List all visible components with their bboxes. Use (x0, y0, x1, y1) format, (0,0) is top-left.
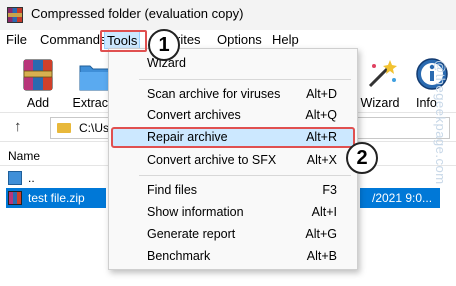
report-label: Generate report (147, 227, 236, 241)
sfx-label: Convert archive to SFX (147, 153, 277, 167)
report-shortcut: Alt+G (305, 227, 337, 241)
add-archive-icon (23, 59, 53, 91)
watermark-text: @thegeekpage.com (433, 60, 448, 185)
parent-folder-icon (8, 171, 22, 185)
menu-item-wizard[interactable]: Wizard (109, 53, 357, 74)
convert-shortcut: Alt+Q (305, 108, 337, 122)
menu-item-benchmark[interactable]: Benchmark Alt+B (109, 246, 357, 267)
title-bar: Compressed folder (evaluation copy) (0, 0, 456, 30)
bench-shortcut: Alt+B (306, 249, 337, 263)
menu-bar: File Commands Tools rites Options Help (0, 30, 456, 50)
add-label: Add (26, 96, 50, 110)
wizard-label: Wizard (360, 96, 400, 110)
menu-item-find-files[interactable]: Find files F3 (109, 180, 357, 201)
menu-item-generate-report[interactable]: Generate report Alt+G (109, 224, 357, 245)
add-button[interactable]: Add (12, 54, 64, 110)
info-item-label: Show information (147, 205, 244, 219)
find-label: Find files (147, 183, 198, 197)
menu-item-scan-archive[interactable]: Scan archive for viruses Alt+D (109, 84, 357, 105)
menu-commands[interactable]: Commands (38, 31, 108, 49)
menu-file[interactable]: File (4, 31, 29, 49)
column-name-header[interactable]: Name (8, 149, 40, 163)
convert-label: Convert archives (147, 108, 241, 122)
scan-shortcut: Alt+D (306, 87, 337, 101)
info-shortcut: Alt+I (311, 205, 337, 219)
menu-item-convert-archives[interactable]: Convert archives Alt+Q (109, 105, 357, 126)
menu-separator (139, 79, 351, 80)
menu-help[interactable]: Help (270, 31, 301, 49)
address-path: C:\Us (79, 121, 109, 135)
zip-file-icon (8, 191, 22, 205)
bench-label: Benchmark (147, 249, 211, 263)
winrar-app-icon (7, 7, 23, 23)
repair-shortcut: Alt+R (306, 130, 337, 144)
file-name: test file.zip (28, 191, 85, 205)
scan-label: Scan archive for viruses (147, 87, 281, 101)
wizard-wand-icon (368, 60, 397, 88)
menu-item-show-information[interactable]: Show information Alt+I (109, 202, 357, 223)
tools-dropdown-menu: Wizard Scan archive for viruses Alt+D Co… (108, 48, 358, 270)
step-1-badge: 1 (148, 29, 180, 61)
tools-annotation-outline (100, 30, 147, 52)
parent-folder-label: .. (28, 171, 35, 185)
menu-item-convert-sfx[interactable]: Convert archive to SFX Alt+X (109, 150, 357, 171)
repair-label: Repair archive (147, 130, 228, 144)
find-shortcut: F3 (322, 183, 337, 197)
window-title: Compressed folder (evaluation copy) (31, 6, 244, 21)
wizard-button[interactable]: Wizard (354, 54, 406, 110)
up-arrow-icon[interactable]: ↑ (14, 118, 22, 135)
menu-options[interactable]: Options (215, 31, 264, 49)
folder-icon (57, 123, 71, 133)
sfx-shortcut: Alt+X (306, 153, 337, 167)
menu-item-repair-archive[interactable]: Repair archive Alt+R (111, 127, 355, 148)
menu-separator (139, 175, 351, 176)
step-2-badge: 2 (346, 142, 378, 174)
